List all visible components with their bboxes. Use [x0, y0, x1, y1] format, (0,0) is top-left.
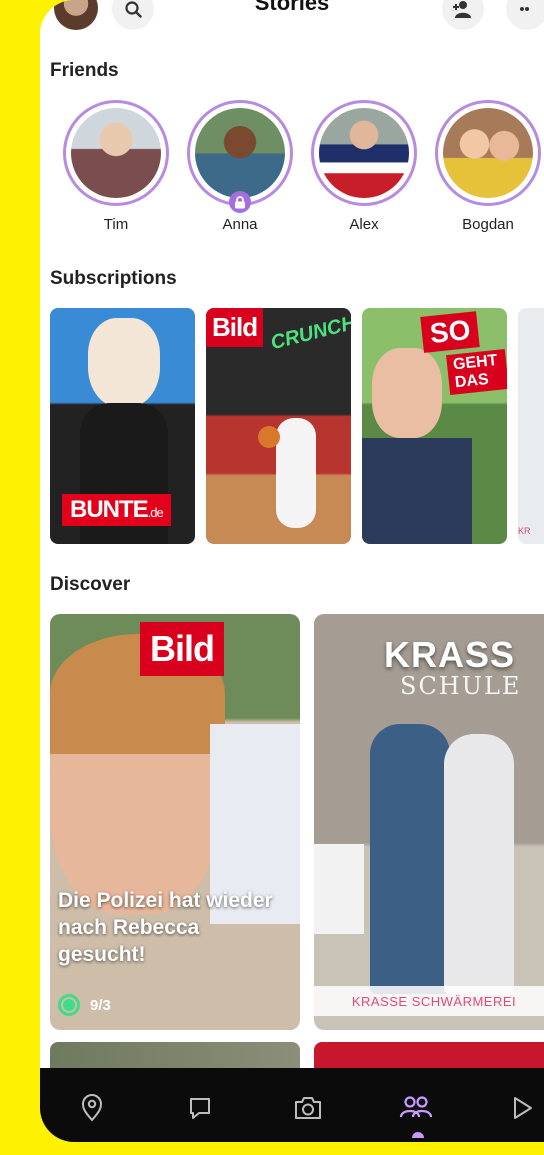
card-label: KR [518, 526, 531, 536]
discover-caption: Die Polizei hat wieder nach Rebecca gesu… [58, 889, 273, 966]
card-image [276, 418, 316, 528]
play-icon [514, 1097, 532, 1119]
friends-section-title: Friends [50, 60, 119, 81]
episode-count: 9/3 [90, 996, 111, 1014]
friend-name: Alex [349, 216, 379, 233]
bild-logo: Bild [140, 622, 224, 676]
friends-row: Tim Anna Alex Bogdan [60, 100, 544, 240]
friends-icon [399, 1096, 433, 1118]
more-button[interactable] [506, 0, 544, 30]
bottom-nav [40, 1068, 544, 1142]
story-ring [187, 100, 293, 213]
more-icon [520, 7, 529, 11]
bunte-logo: BUNTE.de [62, 494, 171, 526]
nav-chat[interactable] [180, 1088, 220, 1128]
card-image [314, 844, 364, 934]
friend-story-tim[interactable]: Tim [60, 100, 172, 233]
brand-suffix: .de [147, 505, 164, 520]
discover-card-bild-polizei[interactable]: Bild Die Polizei hat wieder nach Rebecca… [50, 614, 300, 1030]
story-progress-icon [58, 994, 80, 1016]
krass-title: KRASS [384, 634, 516, 675]
nav-friends-stories[interactable] [396, 1088, 436, 1128]
card-image [372, 348, 442, 438]
friend-story-anna[interactable]: Anna [184, 100, 296, 233]
active-tab-indicator [412, 1132, 424, 1138]
friend-photo [443, 108, 533, 198]
crunch-headline: CRUNCH [268, 311, 351, 355]
friend-photo [71, 108, 161, 198]
discover-meta: 9/3 [58, 994, 111, 1016]
nav-map[interactable] [72, 1088, 112, 1128]
card-image [370, 724, 450, 994]
subscription-card-so-geht-das[interactable]: SO GEHT DAS [362, 308, 507, 544]
add-friend-button[interactable] [442, 0, 484, 30]
chat-icon [190, 1098, 210, 1119]
subscriptions-row: BUNTE.de Bild CRUNCH SO GEHT DAS KR [50, 308, 544, 546]
bild-logo: Bild [206, 308, 264, 347]
friend-photo [319, 108, 409, 198]
nav-camera[interactable] [288, 1088, 328, 1128]
brand-label: BUNTE [70, 496, 149, 523]
stories-screen: Stories Friends Tim Anna Alex Bogdan Sub… [40, 0, 544, 1142]
subscriptions-section-title: Subscriptions [50, 268, 177, 289]
friend-photo [195, 108, 285, 198]
top-bar: Stories [40, 0, 544, 44]
private-lock-badge [229, 191, 251, 213]
friend-name: Tim [103, 216, 129, 233]
subscription-card-bunte[interactable]: BUNTE.de [50, 308, 195, 544]
lock-icon [235, 195, 245, 208]
card-image [362, 438, 472, 544]
so-logo: SO [420, 311, 481, 353]
story-ring [311, 100, 417, 206]
discover-section-title: Discover [50, 574, 131, 595]
add-friend-icon [453, 1, 471, 18]
nav-discover[interactable] [502, 1088, 542, 1128]
discover-card-krass-schule[interactable]: KRASS SCHULE KRASSE SCHWÄRMEREI [314, 614, 544, 1030]
krass-subtitle: SCHULE [400, 672, 522, 700]
subscription-card-bild-crunch[interactable]: Bild CRUNCH [206, 308, 351, 544]
friend-story-bogdan[interactable]: Bogdan [432, 100, 544, 233]
card-image [444, 734, 514, 994]
krass-strip-label: KRASSE SCHWÄRMEREI [314, 986, 544, 1016]
basketball-icon [258, 426, 280, 448]
camera-icon [295, 1097, 321, 1119]
friend-name: Anna [222, 216, 258, 233]
story-ring [435, 100, 541, 206]
map-pin-icon [81, 1094, 103, 1122]
story-ring [63, 100, 169, 206]
friend-name: Bogdan [462, 216, 514, 233]
friend-story-alex[interactable]: Alex [308, 100, 420, 233]
so-geht-das-label: GEHT DAS [446, 349, 507, 395]
card-image [88, 318, 160, 408]
subscription-card-partial[interactable]: KR [518, 308, 544, 544]
